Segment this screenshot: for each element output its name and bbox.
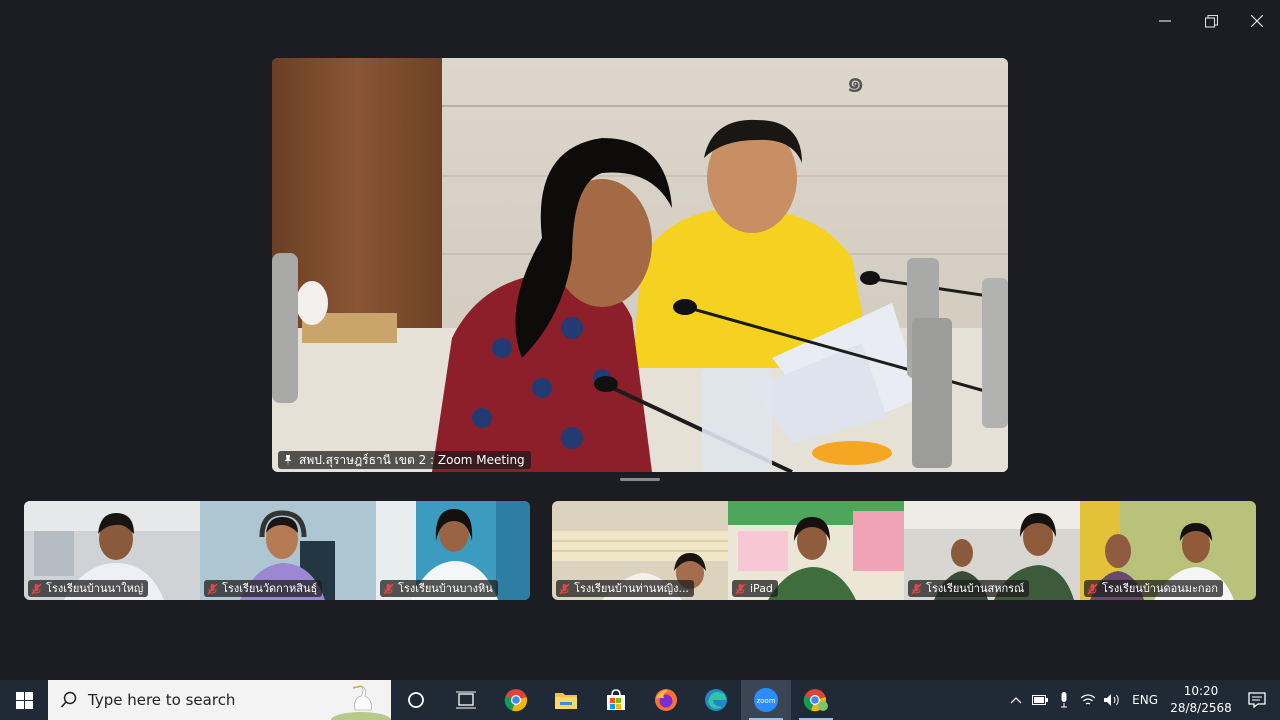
participant-label: โรงเรียนบ้านท่านหญิง... — [556, 580, 694, 597]
main-speaker-video[interactable]: ๑ สพป.สุราษฎร์ธานี เขต 2: Zoom Meeting — [272, 58, 1008, 472]
participant-label: โรงเรียนวัดกาหสินธุ์ — [204, 580, 323, 597]
restore-icon — [1204, 14, 1218, 28]
participant-name: โรงเรียนบ้านบางหิน — [398, 582, 493, 595]
participant-strip-left: โรงเรียนบ้านนาใหญ่ โรงเรียนวัดกาหสินธุ์ … — [24, 501, 530, 600]
store-button[interactable] — [591, 680, 641, 720]
participant-label: โรงเรียนบ้านสหกรณ์ — [908, 580, 1030, 597]
zoom-icon-text: zoom — [756, 697, 775, 705]
participant-name: โรงเรียนบ้านดอนมะกอก — [1102, 582, 1218, 595]
close-button[interactable] — [1234, 0, 1280, 42]
participant-tile[interactable]: iPad — [728, 501, 904, 600]
muted-mic-icon — [1087, 583, 1098, 594]
task-view-button[interactable] — [441, 680, 491, 720]
clock-time: 10:20 — [1183, 684, 1219, 698]
search-icon — [60, 691, 77, 708]
participant-label: iPad — [732, 580, 778, 597]
notification-icon — [1248, 692, 1266, 708]
firefox-icon — [655, 689, 677, 711]
search-placeholder: Type here to search — [88, 691, 236, 709]
participant-label: โรงเรียนบ้านบางหิน — [380, 580, 498, 597]
participant-tile[interactable]: โรงเรียนบ้านท่านหญิง... — [552, 501, 728, 600]
battery-icon — [1032, 695, 1049, 705]
edge-button[interactable] — [691, 680, 741, 720]
main-video-name: สพป.สุราษฎร์ธานี เขต 2 : Zoom Meeting — [299, 453, 525, 467]
start-button[interactable] — [0, 680, 48, 720]
chrome-taskbar-button[interactable] — [491, 680, 541, 720]
minimize-icon — [1159, 20, 1171, 22]
wall-sign-text: ๑ — [846, 65, 865, 100]
windows-logo-icon — [15, 691, 33, 709]
system-tray: ENG 10:20 28/8/2568 — [1004, 680, 1280, 720]
muted-mic-icon — [911, 583, 922, 594]
participant-name: โรงเรียนวัดกาหสินธุ์ — [222, 582, 318, 595]
participant-name: iPad — [750, 582, 773, 595]
participant-tile[interactable]: โรงเรียนบ้านบางหิน — [376, 501, 530, 600]
muted-mic-icon — [207, 583, 218, 594]
edge-icon — [705, 689, 727, 711]
zoom-taskbar-button[interactable]: zoom — [741, 680, 791, 720]
battery-button[interactable] — [1028, 680, 1052, 720]
store-icon — [607, 689, 625, 710]
show-hidden-icons-button[interactable] — [1004, 680, 1028, 720]
folder-icon — [555, 693, 577, 709]
cortana-icon — [408, 692, 424, 708]
task-view-icon — [456, 691, 476, 709]
taskbar-clock[interactable]: 10:20 28/8/2568 — [1168, 683, 1234, 717]
participant-tile[interactable]: โรงเรียนบ้านสหกรณ์ — [904, 501, 1080, 600]
participant-strip-right: โรงเรียนบ้านท่านหญิง... iPad โรงเรียนบ้า… — [552, 501, 1256, 600]
microphone-tray-button[interactable] — [1052, 680, 1076, 720]
search-highlight-bird-icon — [331, 685, 391, 720]
taskbar: Type here to search zoom ENG 10:20 28/8/… — [0, 680, 1280, 720]
volume-button[interactable] — [1100, 680, 1124, 720]
participant-name: โรงเรียนบ้านนาใหญ่ — [46, 582, 144, 595]
participant-label: โรงเรียนบ้านดอนมะกอก — [1084, 580, 1223, 597]
chrome-icon — [803, 689, 828, 712]
close-icon — [1251, 15, 1263, 27]
restore-button[interactable] — [1188, 0, 1234, 42]
file-explorer-button[interactable] — [541, 680, 591, 720]
participant-name: โรงเรียนบ้านท่านหญิง... — [574, 582, 689, 595]
muted-mic-icon — [383, 583, 394, 594]
minimize-button[interactable] — [1142, 0, 1188, 42]
main-video-label: สพป.สุราษฎร์ธานี เขต 2 : Zoom Meeting — [278, 451, 531, 469]
input-language-indicator[interactable]: ENG — [1132, 693, 1158, 707]
window-controls — [1142, 0, 1280, 42]
network-button[interactable] — [1076, 680, 1100, 720]
action-center-button[interactable] — [1234, 680, 1280, 720]
chrome-icon — [504, 689, 527, 712]
microphone-icon — [1061, 692, 1068, 708]
zoom-icon: zoom — [754, 688, 778, 712]
speaker-video-frame: ๑ — [272, 58, 1008, 472]
taskbar-search-box[interactable]: Type here to search — [48, 680, 391, 720]
gallery-drag-handle[interactable] — [620, 478, 660, 481]
muted-mic-icon — [31, 583, 42, 594]
muted-mic-icon — [735, 583, 746, 594]
firefox-button[interactable] — [641, 680, 691, 720]
participant-name: โรงเรียนบ้านสหกรณ์ — [926, 582, 1025, 595]
muted-mic-icon — [559, 583, 570, 594]
cortana-button[interactable] — [391, 680, 441, 720]
volume-icon — [1104, 694, 1119, 706]
chevron-up-icon — [1010, 697, 1022, 704]
participant-tile[interactable]: โรงเรียนวัดกาหสินธุ์ — [200, 501, 376, 600]
chrome-profile-taskbar-button[interactable] — [791, 680, 841, 720]
clock-date: 28/8/2568 — [1170, 701, 1232, 715]
wifi-icon — [1080, 694, 1096, 705]
participant-tile[interactable]: โรงเรียนบ้านดอนมะกอก — [1080, 501, 1256, 600]
participant-tile[interactable]: โรงเรียนบ้านนาใหญ่ — [24, 501, 200, 600]
pin-icon — [284, 455, 292, 466]
participant-label: โรงเรียนบ้านนาใหญ่ — [28, 580, 149, 597]
